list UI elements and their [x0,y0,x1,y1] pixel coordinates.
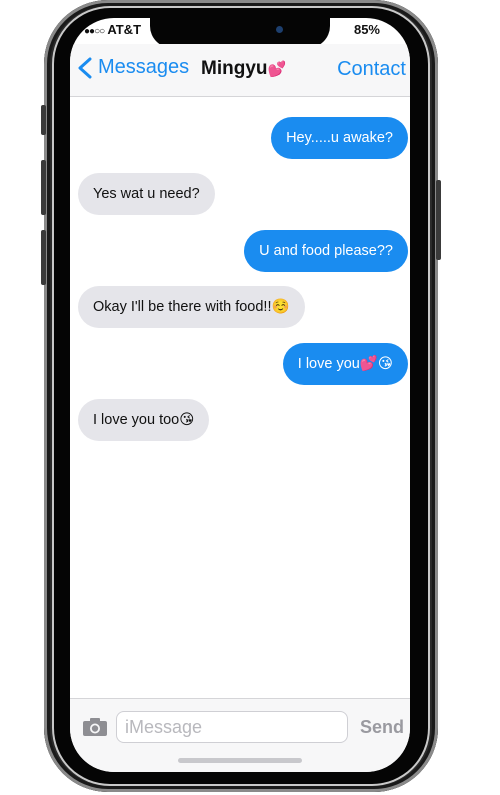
carrier-label: ●●○○ AT&T [84,22,141,37]
message-bubble-incoming[interactable]: Okay I'll be there with food!!☺️ [78,286,305,328]
send-button[interactable]: Send [360,717,404,738]
volume-down-button [41,230,46,285]
contact-name-text: Mingyu [201,58,268,79]
back-button[interactable]: Messages [76,56,189,79]
contact-button[interactable]: Contact [337,58,406,81]
back-button-label: Messages [98,56,190,78]
battery-percentage: 85% [353,22,380,37]
message-bubble-outgoing[interactable]: I love you💕😘 [282,343,408,385]
volume-up-button [41,160,46,215]
message-bubble-incoming[interactable]: Yes wat u need? [78,173,215,215]
message-bubble-outgoing[interactable]: Hey.....u awake? [271,117,408,159]
chevron-left-icon [78,57,92,78]
contact-name-emoji: 💕 [267,61,287,78]
camera-icon[interactable] [82,717,108,737]
contact-name: Mingyu💕 [201,58,286,80]
mute-switch [41,105,46,135]
message-bubble-incoming[interactable]: I love you too😘 [78,399,210,441]
signal-icon: ●●○○ [84,26,105,37]
carrier-text: AT&T [107,22,142,37]
front-camera-icon [276,26,283,33]
message-thread: Hey.....u awake? Yes wat u need? U and f… [70,97,410,697]
home-indicator[interactable] [178,758,302,763]
message-bubble-outgoing[interactable]: U and food please?? [244,230,408,272]
power-button [436,180,441,260]
imessage-input[interactable] [116,711,348,743]
conversation-header: Messages Mingyu💕 Contact [70,44,410,97]
phone-screen: ●●○○ AT&T 85% Messages Mingyu💕 Contact H… [70,18,410,772]
